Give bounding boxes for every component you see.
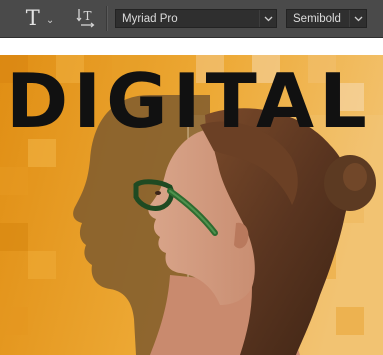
toggle-text-orientation-button[interactable]: T <box>72 6 100 30</box>
headline-text[interactable]: DIGITAL <box>6 61 383 141</box>
eye <box>155 191 161 195</box>
chevron-down-icon: ⌄ <box>45 14 55 26</box>
toolbar-separator <box>106 6 108 31</box>
options-bar: T ⌄ T Myriad Pro Semibold <box>0 0 383 38</box>
document-canvas[interactable]: DIGITAL <box>0 55 383 355</box>
font-family-value: Myriad Pro <box>122 12 178 25</box>
font-style-value: Semibold <box>293 12 341 25</box>
horizontal-type-icon: T <box>25 6 40 30</box>
chevron-down-icon <box>259 10 276 27</box>
type-tool-preset-picker[interactable]: T ⌄ <box>20 6 60 30</box>
chevron-down-icon <box>349 10 366 27</box>
font-family-select[interactable]: Myriad Pro <box>115 9 277 28</box>
toggle-text-orientation-icon: T <box>76 9 95 28</box>
font-style-select[interactable]: Semibold <box>286 9 367 28</box>
svg-text:T: T <box>84 9 92 23</box>
